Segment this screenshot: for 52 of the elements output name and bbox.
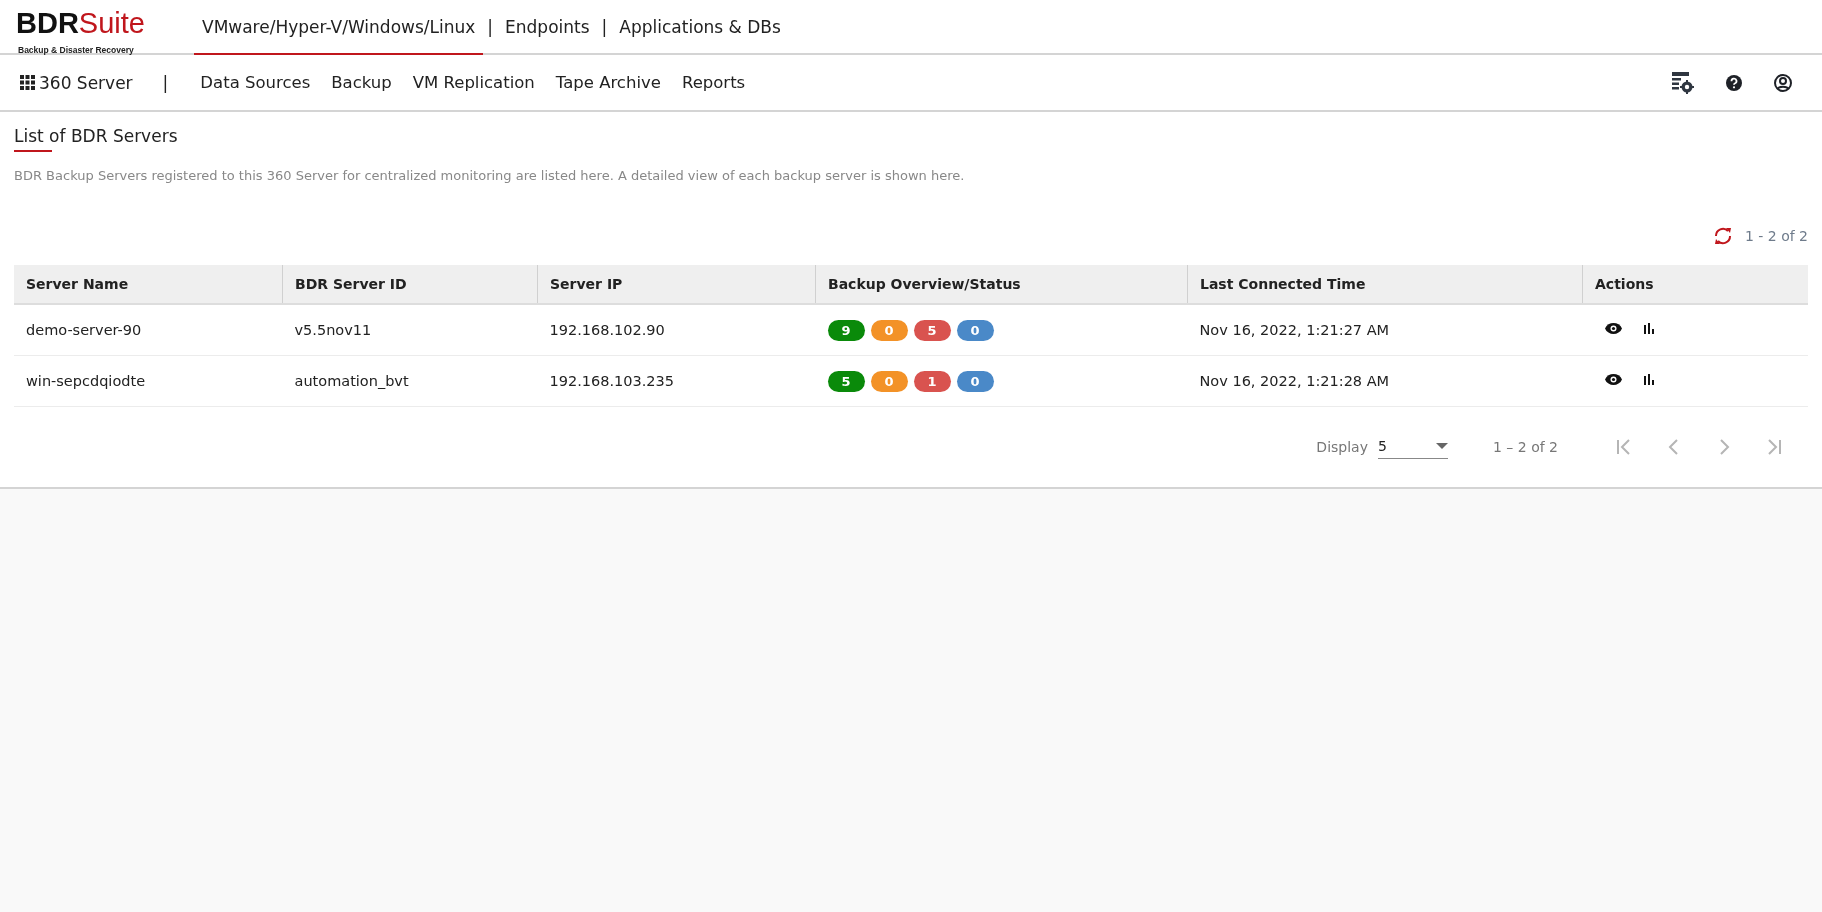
page-range: 1 – 2 of 2 [1492, 439, 1558, 455]
tab-separator: | [486, 15, 495, 39]
nav-link[interactable]: Reports [681, 73, 746, 92]
table-cell: Nov 16, 2022, 1:21:27 AM [1187, 304, 1583, 356]
status-count-badge[interactable]: 0 [956, 370, 994, 392]
nav-link[interactable]: VM Replication [412, 73, 535, 92]
product-tab[interactable]: Endpoints [497, 0, 598, 55]
table-cell: v5.5nov11 [282, 304, 538, 356]
bar-chart-icon[interactable] [1643, 322, 1655, 334]
table-cell: Nov 16, 2022, 1:21:28 AM [1187, 355, 1583, 407]
record-range: 1 - 2 of 2 [1744, 228, 1808, 244]
column-header[interactable]: Server Name [14, 265, 283, 304]
column-header[interactable]: Backup Overview/Status [815, 265, 1188, 304]
view-eye-icon[interactable] [1604, 322, 1622, 334]
status-count-badge[interactable]: 1 [913, 370, 951, 392]
product-tab[interactable]: Applications & DBs [611, 0, 789, 55]
brand-tagline: Backup & Disaster Recovery [18, 45, 134, 55]
display-label: Display [1316, 439, 1368, 455]
table-cell: 192.168.103.235 [537, 355, 816, 407]
table-cell: 192.168.102.90 [537, 304, 816, 356]
bar-chart-icon[interactable] [1643, 373, 1655, 385]
tab-separator: | [600, 15, 609, 39]
nav-link[interactable]: Data Sources [200, 73, 311, 92]
column-header[interactable]: Last Connected Time [1187, 265, 1583, 304]
nav-link[interactable]: Tape Archive [555, 73, 661, 92]
chevron-bar-icon [1765, 438, 1783, 456]
user-account-icon[interactable] [1774, 73, 1792, 92]
chevron-bar-icon [1615, 438, 1633, 456]
grid-icon [20, 75, 35, 90]
column-header[interactable]: BDR Server ID [282, 265, 538, 304]
page-description: BDR Backup Servers registered to this 360 Server for centralized monitoring are listed here. A detailed view of each backup server is shown here. [14, 168, 966, 183]
column-header[interactable]: Actions [1582, 265, 1808, 304]
page-title: List of BDR Servers [14, 125, 178, 148]
status-count-badge[interactable]: 9 [827, 319, 865, 341]
nav-link[interactable]: Backup [331, 73, 392, 92]
table-cell: demo-server-90 [14, 304, 283, 356]
status-count-badge[interactable]: 5 [827, 370, 865, 392]
nav-separator: | [162, 72, 169, 93]
status-count-badge[interactable]: 5 [913, 319, 951, 341]
view-eye-icon[interactable] [1604, 373, 1622, 385]
server-settings-icon[interactable] [1672, 71, 1694, 94]
dropdown-caret-icon [1435, 442, 1448, 449]
table-cell: win-sepcdqiodte [14, 355, 283, 407]
table-cell: automation_bvt [282, 355, 538, 407]
page-size-select[interactable]: 5 [1377, 435, 1448, 459]
brand-logo: BDRSuite [16, 8, 145, 38]
help-icon[interactable] [1726, 74, 1742, 91]
column-header[interactable]: Server IP [537, 265, 816, 304]
product-tab[interactable]: VMware/Hyper-V/Windows/Linux [194, 0, 484, 55]
app-switcher[interactable]: 360 Server [20, 72, 133, 93]
status-count-badge[interactable]: 0 [956, 319, 994, 341]
refresh-icon[interactable] [1712, 227, 1733, 245]
